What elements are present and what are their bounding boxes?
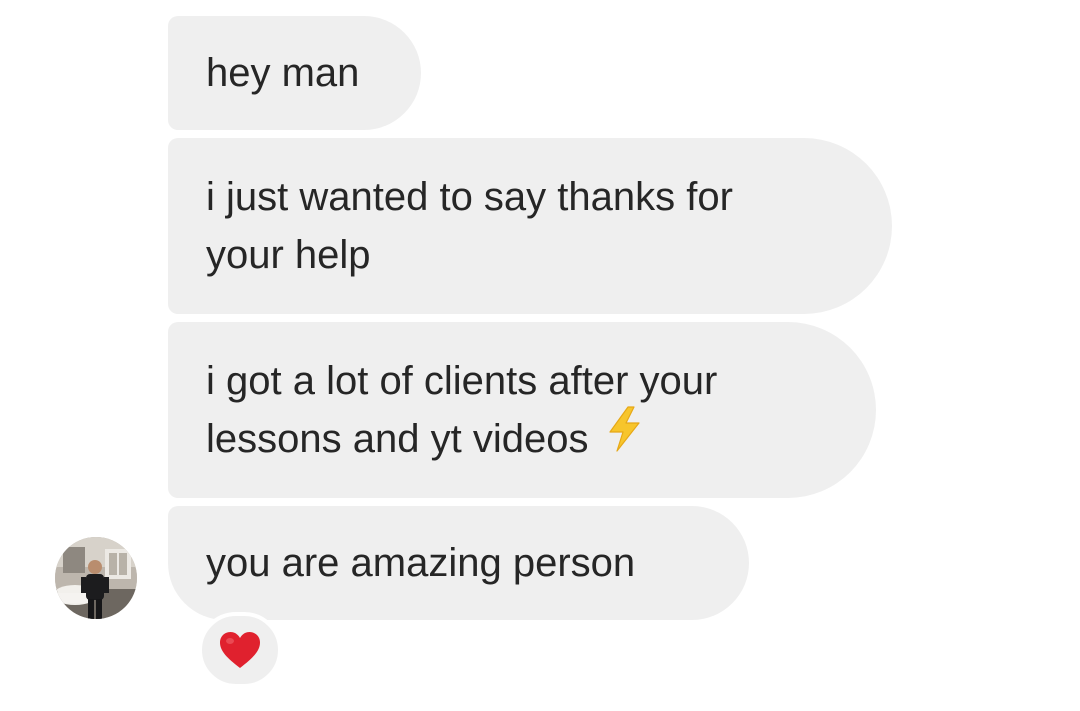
message-text: hey man: [206, 51, 360, 95]
message-text: you are amazing person: [206, 541, 636, 585]
red-heart-icon: [220, 632, 260, 668]
reaction-badge[interactable]: [198, 612, 282, 688]
lightning-bolt-icon: [606, 406, 642, 468]
message-text: i got a lot of clients after your: [206, 359, 718, 403]
avatar-photo: [55, 537, 137, 619]
sender-avatar[interactable]: [55, 537, 137, 619]
message-line-with-emoji: lessons and yt videos: [206, 406, 838, 468]
message-bubble[interactable]: i got a lot of clients after your lesson…: [168, 322, 876, 498]
message-text: i just wanted to say thanks for: [206, 175, 733, 219]
message-bubble[interactable]: i just wanted to say thanks for your hel…: [168, 138, 892, 314]
message-bubble[interactable]: you are amazing person: [168, 506, 749, 620]
message-bubble[interactable]: hey man: [168, 16, 421, 130]
message-text: your help: [206, 233, 371, 277]
message-text: lessons and yt videos: [206, 417, 589, 461]
